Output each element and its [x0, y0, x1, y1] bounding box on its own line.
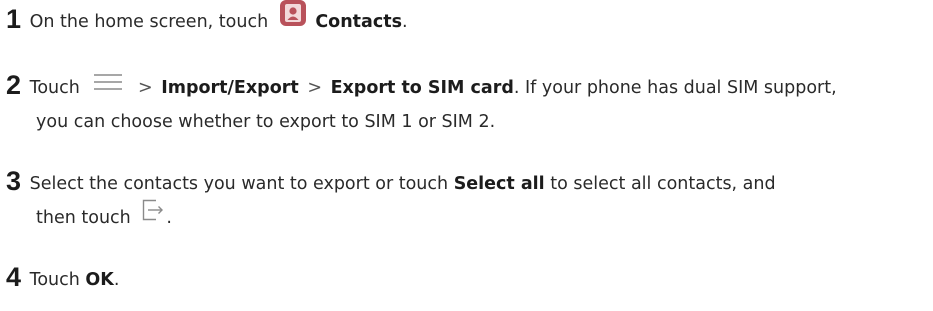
contacts-label: Contacts	[315, 12, 402, 32]
step-2-continued: you can choose whether to export to SIM …	[36, 104, 495, 140]
ok-label: OK	[85, 270, 114, 290]
step-number: 3	[6, 166, 22, 196]
step-text-line2: you can choose whether to export to SIM …	[36, 112, 496, 132]
import-export-label: Import/Export	[161, 78, 299, 98]
export-to-sim-label: Export to SIM card	[330, 78, 514, 98]
step-text: Select the contacts you want to export o…	[29, 174, 449, 194]
step-3-continued: then touch .	[36, 198, 172, 236]
step-text-line2: then touch	[36, 208, 131, 228]
step-text-end: to select all contacts, and	[550, 174, 776, 194]
separator: >	[138, 78, 153, 98]
step-3: 3 Select the contacts you want to export…	[6, 162, 776, 202]
step-4: 4 Touch OK.	[6, 258, 119, 298]
step-number: 1	[6, 4, 22, 34]
step-text-end: .	[113, 270, 120, 290]
step-1: 1 On the home screen, touch Contacts.	[6, 0, 408, 42]
select-all-label: Select all	[453, 174, 545, 194]
step-text-end: . If your phone has dual SIM support,	[513, 78, 837, 98]
separator: >	[307, 78, 322, 98]
step-text: Touch	[29, 270, 80, 290]
export-icon	[142, 198, 164, 234]
step-text-end: .	[401, 12, 408, 32]
step-text: Touch	[29, 78, 80, 98]
contacts-app-icon	[279, 0, 306, 39]
menu-icon	[93, 68, 123, 104]
step-number: 4	[6, 262, 22, 292]
step-2: 2 Touch > Import/Export > Export to SIM …	[6, 66, 837, 106]
step-number: 2	[6, 70, 22, 100]
step-text: On the home screen, touch	[29, 12, 269, 32]
step-text-end: .	[166, 208, 172, 228]
